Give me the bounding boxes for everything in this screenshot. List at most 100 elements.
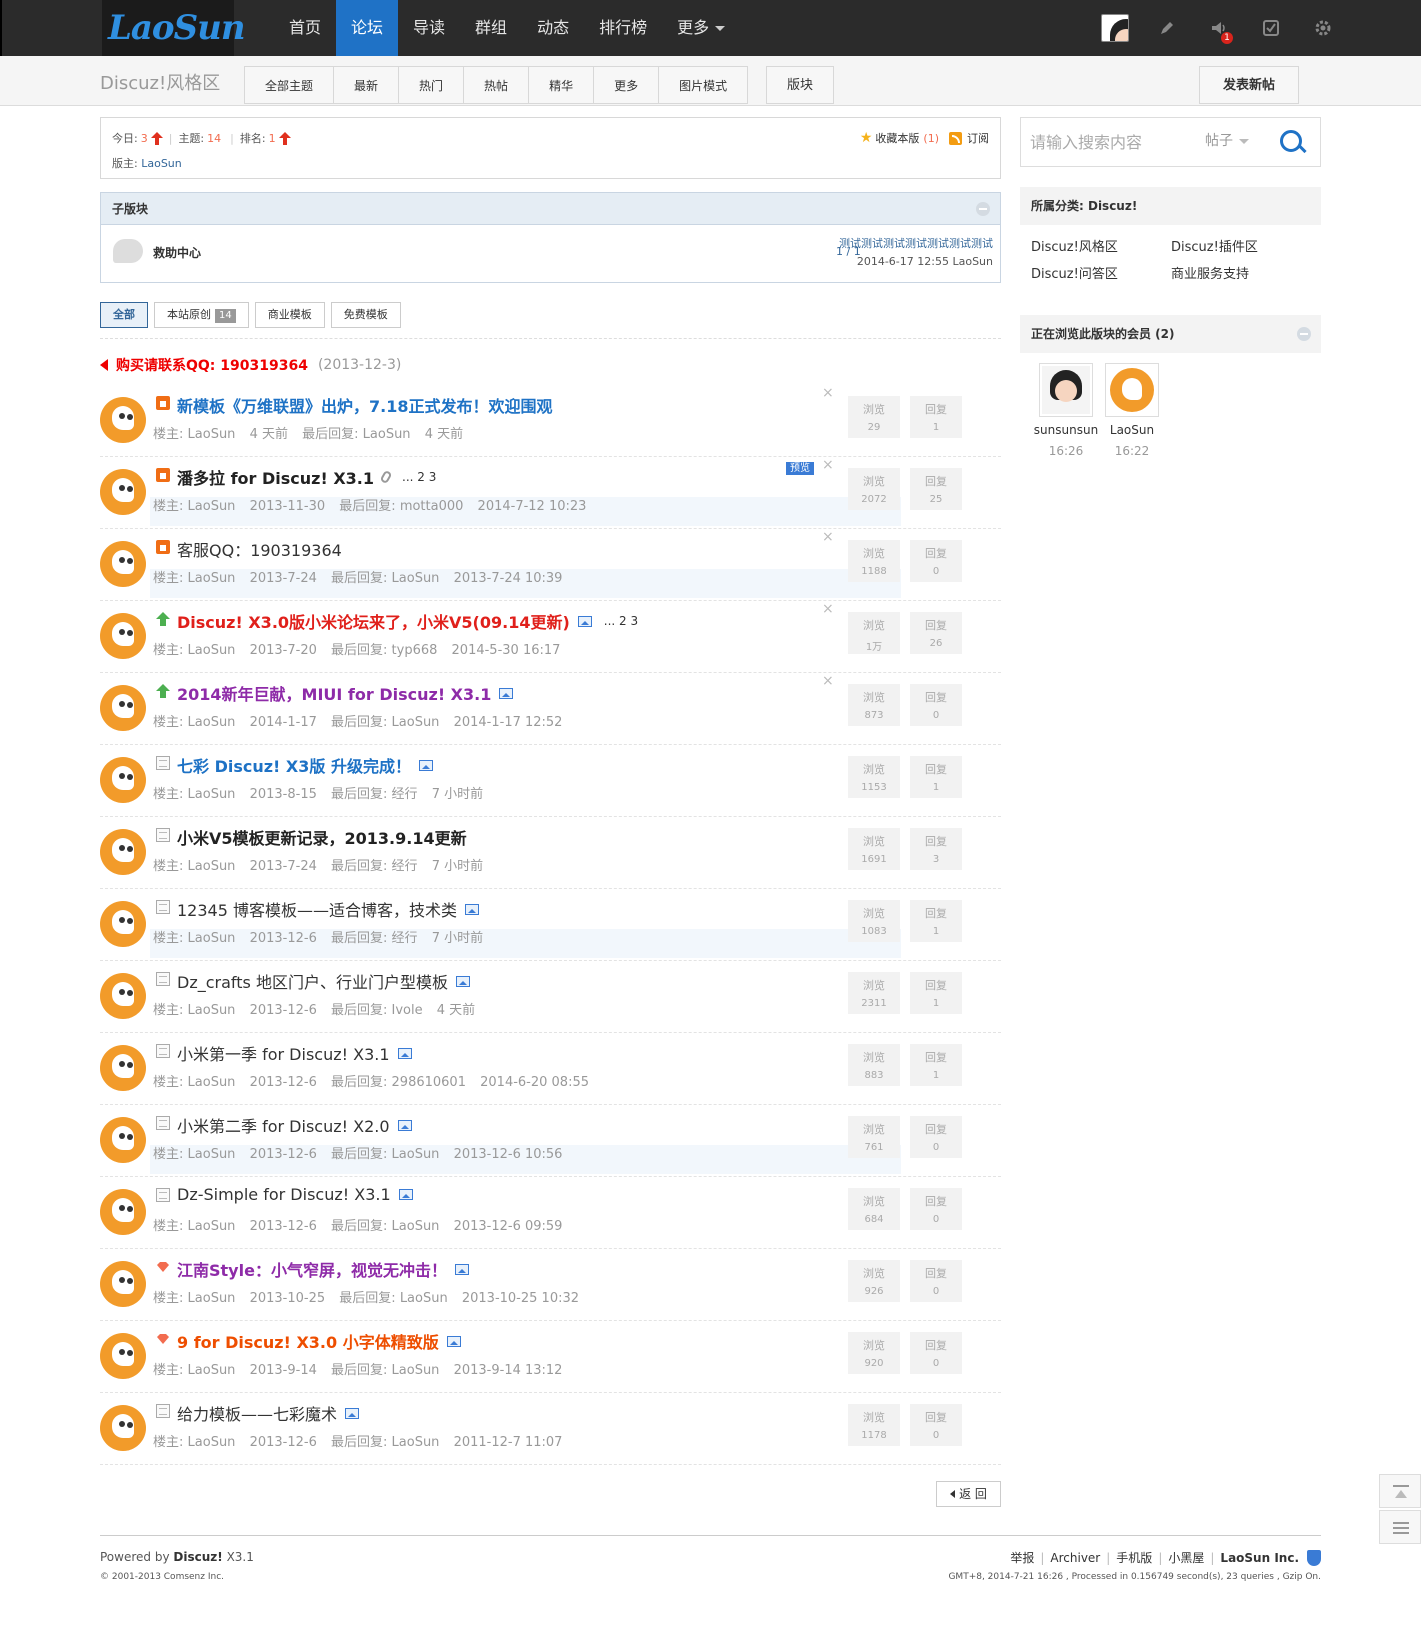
preview-badge[interactable]: 预览 bbox=[786, 462, 814, 475]
last-reply-user-link[interactable]: LaoSun bbox=[392, 1435, 440, 1450]
tab-all-threads[interactable]: 全部主题 bbox=[244, 66, 334, 104]
back-button[interactable]: 返 回 bbox=[936, 1481, 1001, 1507]
author-link[interactable]: LaoSun bbox=[188, 1363, 236, 1378]
author-avatar[interactable] bbox=[100, 613, 146, 659]
last-reply-user-link[interactable]: LaoSun bbox=[392, 571, 440, 586]
author-avatar[interactable] bbox=[100, 541, 146, 587]
author-avatar[interactable] bbox=[100, 901, 146, 947]
nav-item-guide[interactable]: 导读 bbox=[398, 0, 460, 56]
author-avatar[interactable] bbox=[100, 685, 146, 731]
last-reply-user-link[interactable]: 经行 bbox=[392, 931, 418, 946]
collapse-icon[interactable] bbox=[1297, 327, 1311, 341]
search-icon[interactable] bbox=[1280, 130, 1306, 156]
last-reply-user-link[interactable]: 经行 bbox=[392, 859, 418, 874]
nav-item-forum[interactable]: 论坛 bbox=[336, 0, 399, 56]
author-avatar[interactable] bbox=[100, 1405, 146, 1451]
member-item[interactable]: LaoSun 16:22 bbox=[1099, 363, 1165, 458]
tab-hot[interactable]: 热帖 bbox=[463, 66, 529, 104]
footer-link-mobile[interactable]: 手机版 bbox=[1116, 1549, 1152, 1566]
tab-digest[interactable]: 精华 bbox=[528, 66, 594, 104]
author-link[interactable]: LaoSun bbox=[188, 499, 236, 514]
author-avatar[interactable] bbox=[100, 1333, 146, 1379]
author-link[interactable]: LaoSun bbox=[188, 1003, 236, 1018]
filter-free[interactable]: 免费模板 bbox=[330, 302, 401, 328]
thread-title-link[interactable]: 小米第一季 for Discuz! X3.1 bbox=[177, 1041, 390, 1065]
author-link[interactable]: LaoSun bbox=[188, 643, 236, 658]
last-reply-user-link[interactable]: 298610601 bbox=[392, 1075, 466, 1090]
gear-icon[interactable] bbox=[1307, 12, 1339, 44]
discuz-link[interactable]: Discuz! bbox=[173, 1550, 222, 1564]
thread-title-link[interactable]: 小米V5模板更新记录，2013.9.14更新 bbox=[177, 825, 467, 849]
author-avatar[interactable] bbox=[100, 757, 146, 803]
thread-title-link[interactable]: 小米第二季 for Discuz! X2.0 bbox=[177, 1113, 390, 1137]
last-reply-user-link[interactable]: LaoSun bbox=[392, 1219, 440, 1234]
collapse-icon[interactable] bbox=[976, 202, 990, 216]
pen-icon[interactable] bbox=[1151, 12, 1183, 44]
close-icon[interactable]: × bbox=[822, 457, 834, 473]
nav-item-more[interactable]: 更多 bbox=[662, 0, 740, 56]
author-avatar[interactable] bbox=[100, 973, 146, 1019]
author-link[interactable]: LaoSun bbox=[188, 571, 236, 586]
subscribe-link[interactable]: 订阅 bbox=[967, 130, 989, 146]
last-reply-user-link[interactable]: Ivole bbox=[392, 1003, 423, 1018]
author-link[interactable]: LaoSun bbox=[188, 1435, 236, 1450]
search-input[interactable] bbox=[1030, 130, 1190, 154]
tab-blocks[interactable]: 版块 bbox=[766, 66, 835, 104]
tab-image-mode[interactable]: 图片模式 bbox=[658, 66, 749, 104]
tab-popular[interactable]: 热门 bbox=[398, 66, 464, 104]
thread-title-link[interactable]: 新模板《万维联盟》出炉，7.18正式发布！欢迎围观 bbox=[177, 393, 552, 417]
search-type-select[interactable]: 帖子 bbox=[1205, 130, 1249, 150]
page-links[interactable]: ... 2 3 bbox=[604, 614, 638, 628]
author-avatar[interactable] bbox=[100, 1045, 146, 1091]
thread-title-link[interactable]: 七彩 Discuz! X3版 升级完成！ bbox=[177, 753, 411, 777]
author-link[interactable]: LaoSun bbox=[188, 859, 236, 874]
nav-item-groups[interactable]: 群组 bbox=[460, 0, 522, 56]
close-icon[interactable]: × bbox=[822, 673, 834, 689]
last-reply-user-link[interactable]: LaoSun bbox=[392, 715, 440, 730]
author-avatar[interactable] bbox=[100, 1117, 146, 1163]
footer-link-report[interactable]: 举报 bbox=[1010, 1549, 1034, 1566]
footer-company-link[interactable]: LaoSun Inc. bbox=[1220, 1551, 1299, 1565]
last-reply-user-link[interactable]: 经行 bbox=[392, 787, 418, 802]
tab-newest[interactable]: 最新 bbox=[333, 66, 399, 104]
thread-title-link[interactable]: Dz_crafts 地区门户、行业门户型模板 bbox=[177, 969, 448, 993]
nav-item-feed[interactable]: 动态 bbox=[522, 0, 584, 56]
footer-link-archiver[interactable]: Archiver bbox=[1050, 1551, 1100, 1565]
checklist-icon[interactable] bbox=[1255, 12, 1287, 44]
author-link[interactable]: LaoSun bbox=[188, 1075, 236, 1090]
thread-title-link[interactable]: 客服QQ：190319364 bbox=[177, 537, 342, 561]
thread-title-link[interactable]: 江南Style：小气窄屏，视觉无冲击！ bbox=[177, 1257, 447, 1281]
author-link[interactable]: LaoSun bbox=[188, 427, 236, 442]
nav-item-ranking[interactable]: 排行榜 bbox=[584, 0, 662, 56]
list-icon[interactable] bbox=[1379, 1510, 1421, 1544]
subforum-link[interactable]: 救助中心 bbox=[153, 244, 201, 261]
filter-commercial[interactable]: 商业模板 bbox=[254, 302, 325, 328]
thread-title-link[interactable]: Discuz! X3.0版小米论坛来了，小米V5(09.14更新) bbox=[177, 609, 570, 633]
author-link[interactable]: LaoSun bbox=[188, 715, 236, 730]
author-link[interactable]: LaoSun bbox=[188, 1291, 236, 1306]
member-item[interactable]: sunsunsun 16:26 bbox=[1033, 363, 1099, 458]
last-reply-user-link[interactable]: LaoSun bbox=[400, 1291, 448, 1306]
filter-original[interactable]: 本站原创 14 bbox=[154, 302, 249, 328]
close-icon[interactable]: × bbox=[822, 385, 834, 401]
thread-title-link[interactable]: 9 for Discuz! X3.0 小字体精致版 bbox=[177, 1329, 439, 1353]
thread-title-link[interactable]: 2014新年巨献，MIUI for Discuz! X3.1 bbox=[177, 681, 491, 705]
category-link-style[interactable]: Discuz!风格区 bbox=[1031, 236, 1171, 255]
moderator-link[interactable]: LaoSun bbox=[141, 157, 182, 170]
thread-title-link[interactable]: 12345 博客模板——适合博客，技术类 bbox=[177, 897, 457, 921]
last-reply-user-link[interactable]: motta000 bbox=[400, 499, 464, 514]
author-avatar[interactable] bbox=[100, 397, 146, 443]
author-avatar[interactable] bbox=[100, 1189, 146, 1235]
thread-title-link[interactable]: 给力模板——七彩魔术 bbox=[177, 1401, 337, 1425]
author-avatar[interactable] bbox=[100, 829, 146, 875]
favorite-link[interactable]: 收藏本版 bbox=[875, 130, 919, 146]
last-reply-user-link[interactable]: LaoSun bbox=[392, 1363, 440, 1378]
notification-icon[interactable]: 1 bbox=[1203, 12, 1235, 44]
author-avatar[interactable] bbox=[100, 469, 146, 515]
last-reply-user-link[interactable]: LaoSun bbox=[392, 1147, 440, 1162]
footer-link-blackroom[interactable]: 小黑屋 bbox=[1168, 1549, 1204, 1566]
thread-title-link[interactable]: 潘多拉 for Discuz! X3.1 bbox=[177, 465, 374, 489]
author-link[interactable]: LaoSun bbox=[188, 787, 236, 802]
new-post-button[interactable]: 发表新帖 bbox=[1199, 66, 1299, 104]
last-reply-user-link[interactable]: LaoSun bbox=[363, 427, 411, 442]
